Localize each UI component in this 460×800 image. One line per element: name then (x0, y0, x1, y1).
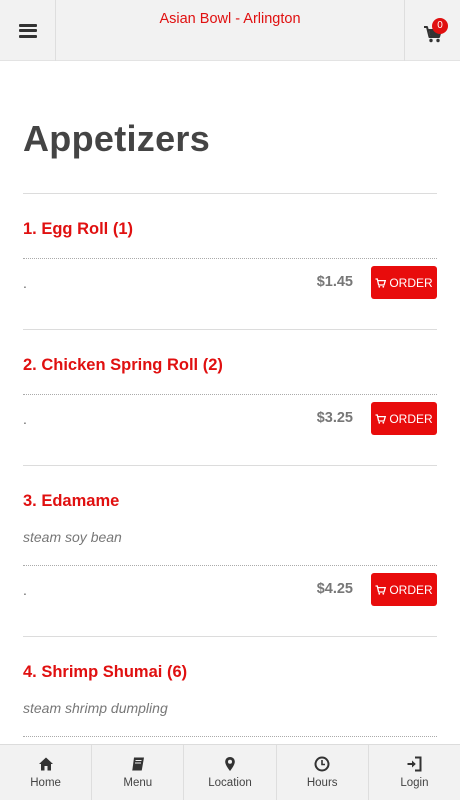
nav-login[interactable]: Login (369, 745, 460, 800)
bottom-nav: Home Menu Location Hours Login (0, 744, 460, 800)
order-label: ORDER (389, 411, 433, 426)
item-name[interactable]: 4. Shrimp Shumai (6) (23, 637, 437, 682)
hamburger-icon (18, 23, 37, 38)
map-pin-icon (225, 757, 235, 771)
login-icon (407, 756, 422, 772)
item-description: steam soy bean (23, 529, 122, 545)
top-bar: Asian Bowl - Arlington 0 (0, 0, 460, 61)
nav-home[interactable]: Home (0, 745, 93, 800)
nav-label: Login (400, 777, 429, 789)
item-size: . (23, 411, 27, 427)
order-button[interactable]: ORDER (371, 402, 437, 435)
item-price: $4.25 (316, 581, 353, 597)
item-size: . (23, 275, 27, 291)
order-button[interactable]: ORDER (371, 573, 437, 606)
home-icon (38, 757, 53, 771)
price-row: . $3.25 ORDER (23, 395, 437, 465)
menu-button[interactable] (0, 0, 56, 61)
menu-item: 1. Egg Roll (1) . $1.45 ORDER (23, 194, 437, 330)
order-button[interactable]: ORDER (371, 266, 437, 299)
cart-button[interactable]: 0 (404, 0, 460, 61)
item-price: $3.25 (316, 410, 353, 426)
menu-content: Appetizers 1. Egg Roll (1) . $1.45 ORDER… (23, 61, 437, 800)
menu-item: 3. Edamame steam soy bean . $4.25 ORDER (23, 466, 437, 637)
clock-icon (314, 756, 330, 772)
section-title: Appetizers (23, 118, 211, 159)
order-label: ORDER (389, 582, 433, 597)
item-description: steam shrimp dumpling (23, 700, 168, 716)
cart-count-badge: 0 (432, 18, 448, 34)
nav-location[interactable]: Location (184, 745, 277, 800)
item-name[interactable]: 1. Egg Roll (1) (23, 194, 437, 239)
nav-label: Home (30, 777, 61, 789)
item-price: $1.45 (316, 274, 353, 290)
price-row: . $1.45 ORDER (23, 259, 437, 329)
item-name[interactable]: 3. Edamame (23, 466, 437, 511)
nav-label: Menu (123, 777, 153, 789)
book-icon (131, 757, 144, 771)
order-label: ORDER (389, 275, 433, 290)
nav-menu[interactable]: Menu (92, 745, 185, 800)
nav-hours[interactable]: Hours (277, 745, 369, 800)
cart-icon (375, 277, 387, 288)
site-title[interactable]: Asian Bowl - Arlington (56, 11, 404, 27)
cart-icon (375, 584, 387, 595)
menu-item: 2. Chicken Spring Roll (2) . $3.25 ORDER (23, 330, 437, 466)
cart-icon (375, 413, 387, 424)
item-size: . (23, 582, 27, 598)
nav-label: Location (208, 777, 252, 789)
item-name[interactable]: 2. Chicken Spring Roll (2) (23, 330, 437, 375)
nav-label: Hours (306, 777, 338, 789)
price-row: . $4.25 ORDER (23, 566, 437, 636)
